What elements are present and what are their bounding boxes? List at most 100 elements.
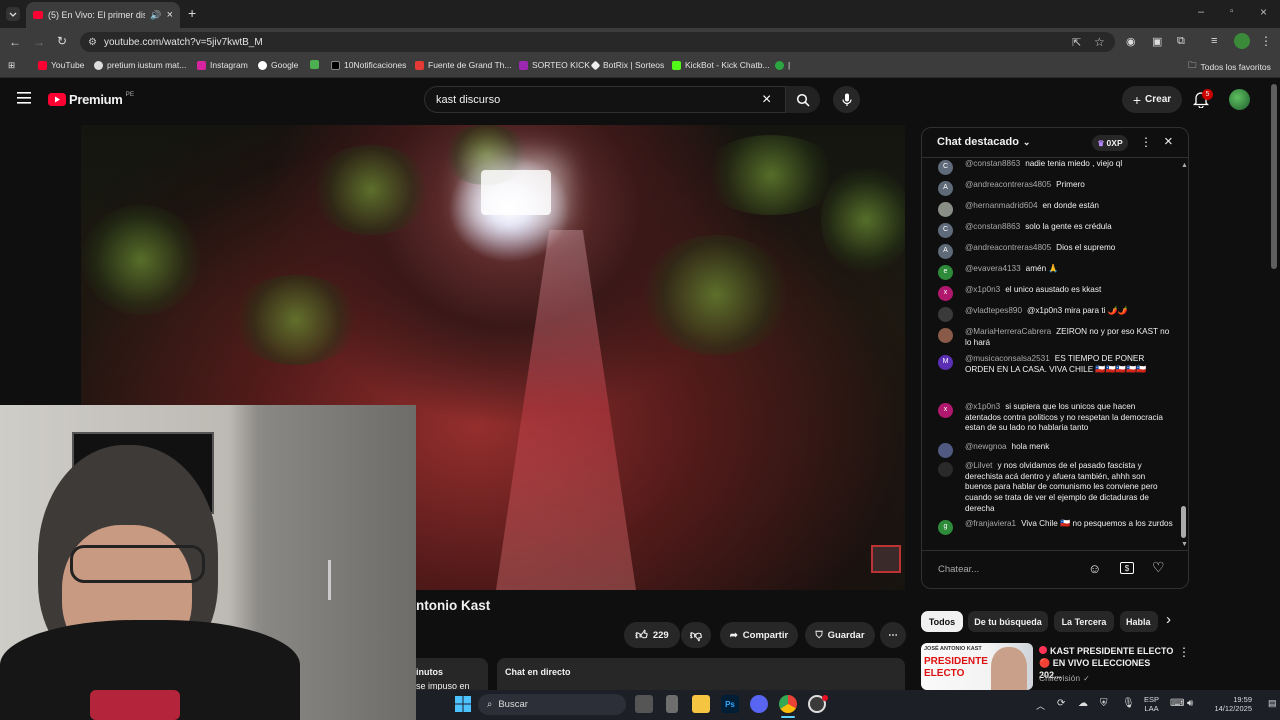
chat-author[interactable]: @x1p0n3 — [965, 285, 1000, 294]
create-button[interactable]: + Crear — [1122, 86, 1182, 113]
chat-avatar[interactable]: e — [938, 265, 953, 280]
heart-icon[interactable]: ♡ — [1152, 559, 1165, 576]
extension-icon-2[interactable]: ▣ — [1152, 35, 1162, 48]
super-chat-icon[interactable]: $ — [1120, 562, 1134, 574]
chat-avatar[interactable] — [938, 462, 953, 477]
extension-icon[interactable]: ◉ — [1126, 35, 1136, 48]
related-more-icon[interactable]: ⋮ — [1178, 645, 1190, 659]
search-input[interactable]: kast discurso — [424, 86, 786, 113]
close-tab-icon[interactable]: × — [167, 9, 173, 21]
chip-todos[interactable]: Todos — [921, 611, 963, 632]
bookmark-kickbot[interactable]: KickBot - Kick Chatb... — [672, 60, 770, 70]
points-badge[interactable]: ♛ 0XP — [1092, 135, 1128, 151]
chat-avatar[interactable]: C — [938, 223, 953, 238]
page-scrollbar[interactable] — [1271, 84, 1277, 269]
chat-avatar[interactable]: g — [938, 520, 953, 535]
bookmark-green[interactable]: | — [775, 60, 790, 70]
network-icon[interactable]: ⌨ — [1170, 698, 1184, 709]
bookmark-grand-theft[interactable]: Fuente de Grand Th... — [415, 60, 511, 70]
hamburger-menu-icon[interactable] — [17, 92, 31, 104]
volume-icon[interactable]: 🔊︎ — [1187, 698, 1193, 709]
new-tab-button[interactable]: + — [188, 5, 196, 21]
bookmark-instagram[interactable]: Instagram — [197, 60, 248, 70]
chat-author[interactable]: @constan8863 — [965, 159, 1020, 168]
related-channel[interactable]: Chilevisión ✓ — [1039, 673, 1090, 683]
chip-la-tercera[interactable]: La Tercera — [1054, 611, 1114, 632]
chat-author[interactable]: @musicaconsalsa2531 — [965, 354, 1050, 363]
chat-author[interactable]: @newgnoa — [965, 442, 1007, 451]
browser-tab-active[interactable]: (5) En Vivo: El primer discu 🔊 × — [26, 2, 180, 28]
phone-link-icon[interactable] — [666, 695, 678, 713]
apps-grid-icon[interactable]: ⊞ — [8, 60, 15, 71]
chat-mode-dropdown[interactable]: Chat destacado ⌄ — [937, 136, 1030, 148]
photoshop-icon[interactable]: Ps — [721, 695, 739, 713]
chips-next-arrow-icon[interactable]: › — [1166, 611, 1171, 628]
reload-icon[interactable]: ↻ — [57, 34, 67, 48]
like-button[interactable]: 👍︎ 229 — [624, 622, 680, 648]
url-field[interactable]: youtube.com/watch?v=5jiv7kwtB_M — [80, 32, 1115, 52]
bookmark-star-icon[interactable]: ☆ — [1094, 35, 1105, 49]
tray-sync-icon[interactable]: ⟳ — [1057, 698, 1065, 709]
chat-avatar[interactable] — [938, 328, 953, 343]
site-info-icon[interactable]: ⚙ — [88, 37, 97, 48]
tray-overflow-icon[interactable]: ︿ — [1036, 699, 1045, 712]
speaker-icon[interactable]: 🔊 — [150, 10, 161, 21]
file-explorer-icon[interactable] — [692, 695, 710, 713]
bookmark-extra[interactable] — [310, 60, 319, 69]
live-chat-card[interactable]: Chat en directo — [497, 658, 905, 690]
profile-avatar[interactable] — [1234, 33, 1250, 49]
chat-more-icon[interactable]: ⋮ — [1140, 135, 1152, 149]
chat-author[interactable]: @andreacontreras4805 — [965, 243, 1051, 252]
dislike-button[interactable]: 👎︎ — [681, 622, 711, 648]
browser-menu-icon[interactable]: ⋮ — [1260, 34, 1272, 48]
bookmark-google[interactable]: Google — [258, 60, 298, 70]
more-actions-button[interactable]: ⋯ — [880, 622, 906, 648]
bookmark-youtube[interactable]: YouTube — [38, 60, 84, 70]
save-button[interactable]: ⛉ Guardar — [805, 622, 875, 648]
bookmark-notificaciones[interactable]: 10Notificaciones — [331, 60, 406, 70]
bookmark-pretium[interactable]: pretium iustum mat... — [94, 60, 186, 70]
clear-search-icon[interactable]: × — [762, 91, 771, 109]
bookmark-sorteo-kick[interactable]: SORTEO KICK — [519, 60, 590, 70]
bookmark-all-folder[interactable]: 🗀 Todos los favoritos — [1188, 60, 1271, 74]
chat-author[interactable]: @constan8863 — [965, 222, 1020, 231]
description-box[interactable]: inutos se impuso en — [416, 658, 488, 691]
chat-avatar[interactable]: A — [938, 244, 953, 259]
reading-list-icon[interactable]: ≡ — [1211, 35, 1217, 47]
maximize-button[interactable]: ▫ — [1230, 6, 1234, 17]
discord-icon[interactable] — [750, 695, 768, 713]
chat-input-field[interactable]: Chatear... — [938, 558, 1088, 580]
bookmark-botrix[interactable]: BotRix | Sorteos — [590, 60, 664, 70]
forward-arrow-icon[interactable]: → — [33, 35, 45, 49]
account-avatar[interactable] — [1229, 89, 1250, 110]
chat-author[interactable]: @evavera4133 — [965, 264, 1021, 273]
chat-author[interactable]: @Lilvet — [965, 461, 992, 470]
share-button[interactable]: ➦ Compartir — [720, 622, 798, 648]
chat-author[interactable]: @franjaviera1 — [965, 519, 1016, 528]
chat-avatar[interactable] — [938, 202, 953, 217]
tab-list-button[interactable] — [6, 7, 20, 21]
chat-author[interactable]: @andreacontreras4805 — [965, 180, 1051, 189]
scroll-up-icon[interactable]: ▲ — [1181, 162, 1188, 169]
extensions-puzzle-icon[interactable]: ⧉ — [1177, 35, 1185, 48]
chat-avatar[interactable] — [938, 307, 953, 322]
close-chat-icon[interactable]: × — [1164, 133, 1173, 150]
chat-author[interactable]: @hernanmadrid604 — [965, 201, 1038, 210]
chat-author[interactable]: @x1p0n3 — [965, 402, 1000, 411]
chat-author[interactable]: @vladtepes890 — [965, 306, 1022, 315]
chat-author[interactable]: @MariaHerreraCabrera — [965, 327, 1051, 336]
emoji-icon[interactable]: ☺ — [1088, 561, 1101, 576]
related-thumbnail[interactable]: JOSÉ ANTONIO KAST PRESIDENTE ELECTO — [921, 643, 1033, 690]
taskbar-search[interactable]: ⌕ Buscar — [478, 694, 626, 715]
task-view-icon[interactable] — [635, 695, 653, 713]
install-app-icon[interactable]: ⇱ — [1072, 36, 1081, 49]
chat-avatar[interactable]: A — [938, 181, 953, 196]
notification-center-icon[interactable]: ▤ — [1268, 698, 1277, 709]
clock[interactable]: 19:59 14/12/2025 — [1206, 695, 1252, 713]
tray-cloud-icon[interactable]: ☁ — [1078, 698, 1088, 709]
youtube-premium-logo[interactable]: Premium PE — [48, 91, 134, 107]
language-indicator[interactable]: ESP LAA — [1144, 695, 1159, 713]
chip-habla[interactable]: Habla — [1120, 611, 1158, 632]
chat-avatar[interactable]: M — [938, 355, 953, 370]
tray-mic-icon[interactable]: 🎙︎ — [1122, 698, 1135, 709]
